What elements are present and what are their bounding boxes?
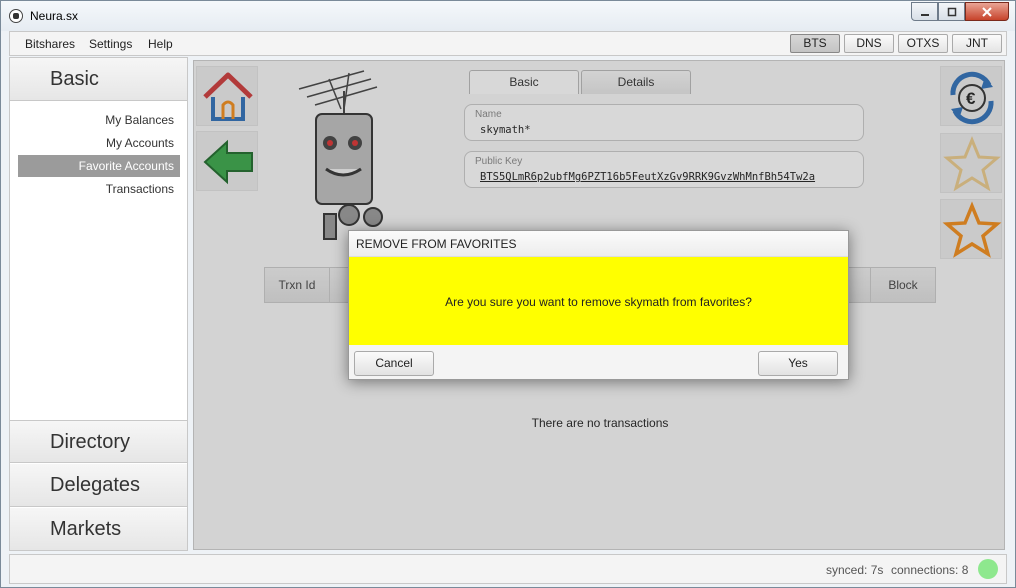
network-tab-dns[interactable]: DNS bbox=[844, 34, 894, 53]
sync-status: synced: 7s bbox=[826, 563, 884, 577]
network-tab-bts[interactable]: BTS bbox=[790, 34, 840, 53]
network-tab-otxs[interactable]: OTXS bbox=[898, 34, 948, 53]
remove-favorite-dialog: REMOVE FROM FAVORITES Are you sure you w… bbox=[348, 230, 849, 380]
sidebar-section-basic[interactable]: Basic bbox=[10, 58, 187, 101]
window-title: Neura.sx bbox=[30, 9, 79, 23]
menu-bitshares[interactable]: Bitshares bbox=[25, 37, 75, 51]
maximize-button[interactable] bbox=[938, 2, 965, 21]
close-icon bbox=[982, 6, 992, 17]
network-tab-jnt[interactable]: JNT bbox=[952, 34, 1002, 53]
app-window: Neura.sx Bitshares Settings Help BTS DNS… bbox=[0, 0, 1016, 588]
dialog-body: Are you sure you want to remove skymath … bbox=[349, 257, 848, 345]
menu-help[interactable]: Help bbox=[148, 37, 173, 51]
connections-status: connections: 8 bbox=[891, 563, 969, 577]
status-bar: synced: 7s connections: 8 bbox=[9, 554, 1007, 584]
sidebar-item-my-accounts[interactable]: My Accounts bbox=[18, 132, 180, 154]
dialog-title: REMOVE FROM FAVORITES bbox=[349, 231, 848, 257]
sidebar-item-favorite-accounts[interactable]: Favorite Accounts bbox=[18, 155, 180, 177]
sidebar: Basic My Balances My Accounts Favorite A… bbox=[9, 57, 188, 551]
window-controls bbox=[911, 2, 1009, 21]
minimize-button[interactable] bbox=[911, 2, 938, 21]
sidebar-section-delegates[interactable]: Delegates bbox=[10, 464, 187, 507]
minimize-icon bbox=[920, 13, 929, 16]
confirm-yes-button[interactable]: Yes bbox=[758, 351, 838, 376]
sidebar-item-my-balances[interactable]: My Balances bbox=[18, 109, 180, 131]
sidebar-section-directory[interactable]: Directory bbox=[10, 420, 187, 463]
connection-indicator-icon bbox=[978, 559, 998, 579]
menu-settings[interactable]: Settings bbox=[89, 37, 132, 51]
cancel-button[interactable]: Cancel bbox=[354, 351, 434, 376]
menu-bar: Bitshares Settings Help BTS DNS OTXS JNT bbox=[9, 31, 1007, 56]
maximize-icon bbox=[947, 7, 956, 16]
app-logo-icon bbox=[9, 9, 23, 23]
network-tabs: BTS DNS OTXS JNT bbox=[790, 34, 1002, 53]
dialog-message: Are you sure you want to remove skymath … bbox=[445, 295, 752, 309]
sidebar-section-markets[interactable]: Markets bbox=[10, 508, 187, 550]
sidebar-item-transactions[interactable]: Transactions bbox=[18, 178, 180, 200]
title-bar: Neura.sx bbox=[1, 1, 1015, 31]
close-button[interactable] bbox=[965, 2, 1009, 21]
